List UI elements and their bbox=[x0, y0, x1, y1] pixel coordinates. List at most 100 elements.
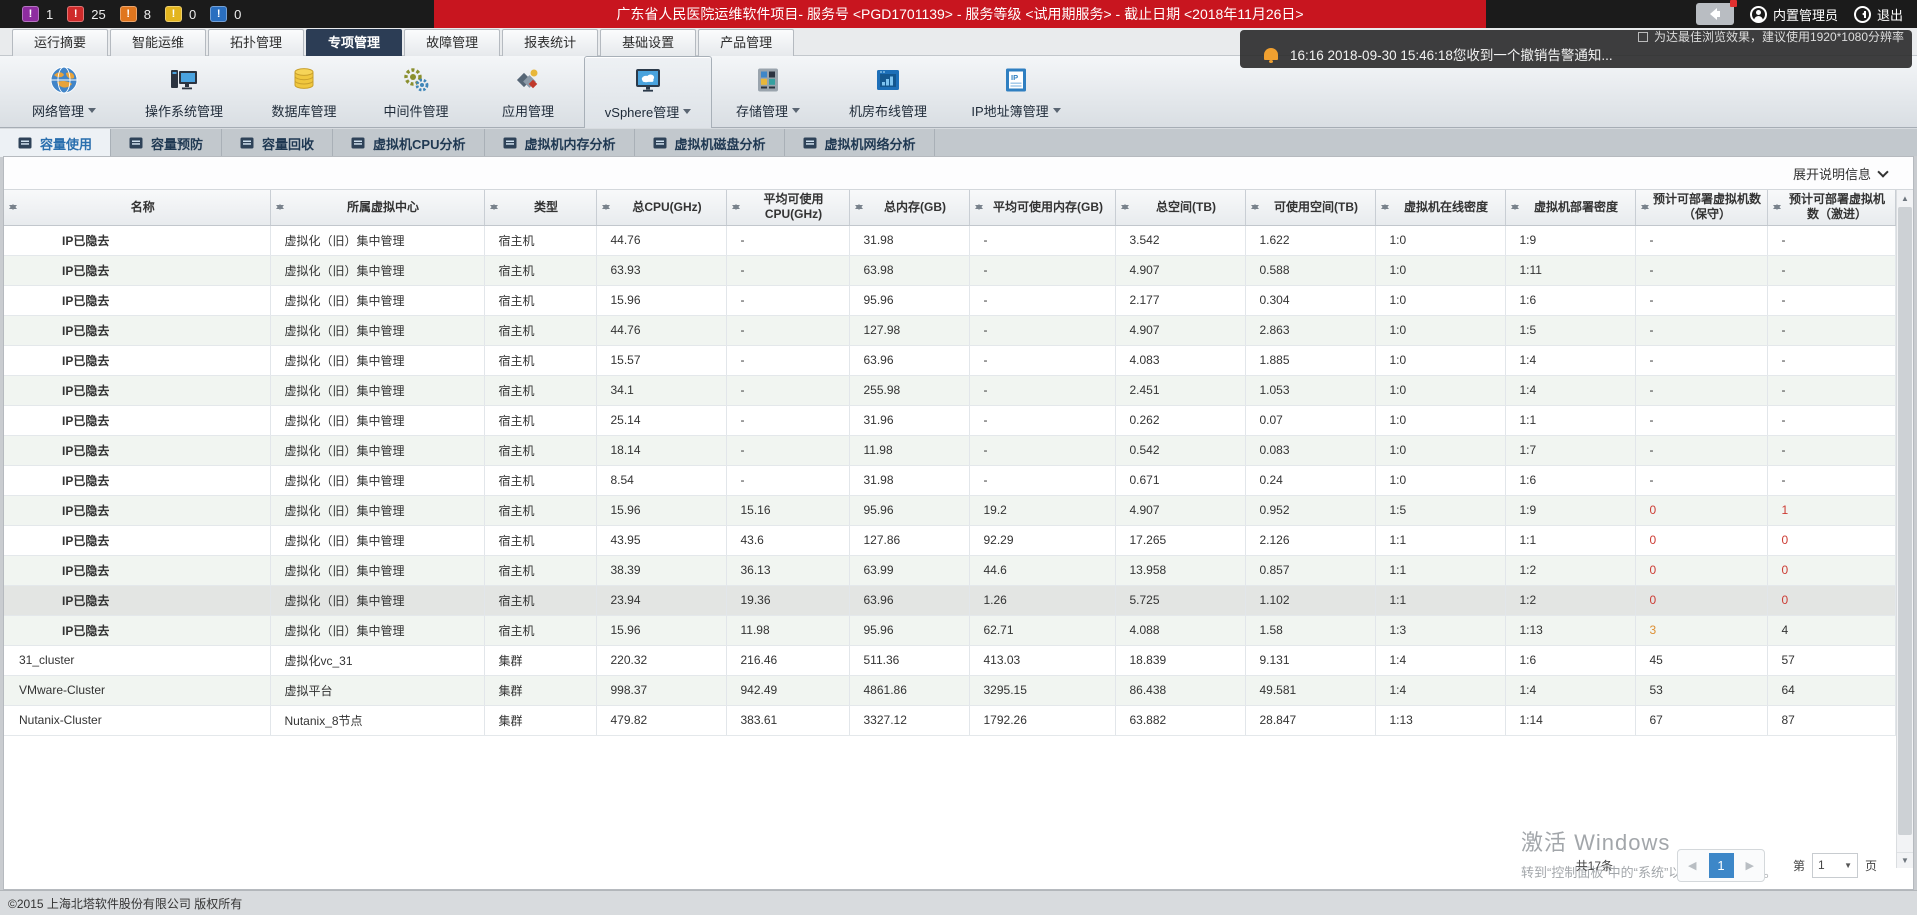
table-row[interactable]: Nutanix-ClusterNutanix_8节点集群479.82383.61… bbox=[4, 705, 1895, 735]
table-row[interactable]: IP已隐去虚拟化（旧）集中管理宿主机34.1-255.98-2.4511.053… bbox=[4, 375, 1895, 405]
subtab-vm-network[interactable]: 虚拟机网络分析 bbox=[785, 129, 935, 157]
ribbon-item-middleware[interactable]: 中间件管理 bbox=[360, 56, 472, 128]
table-cell: - bbox=[969, 465, 1115, 495]
ribbon-item-ipbook[interactable]: IPIP地址簿管理 bbox=[952, 56, 1080, 128]
table-row[interactable]: IP已隐去虚拟化（旧）集中管理宿主机44.76-31.98-3.5421.622… bbox=[4, 225, 1895, 255]
table-cell: 18.839 bbox=[1115, 645, 1245, 675]
next-page-icon[interactable]: ▶ bbox=[1746, 859, 1754, 872]
column-header[interactable]: 平均可使用内存(GB) bbox=[969, 190, 1115, 225]
table-cell: 25.14 bbox=[596, 405, 726, 435]
table-row[interactable]: IP已隐去虚拟化（旧）集中管理宿主机15.9611.9895.9662.714.… bbox=[4, 615, 1895, 645]
table-row[interactable]: IP已隐去虚拟化（旧）集中管理宿主机38.3936.1363.9944.613.… bbox=[4, 555, 1895, 585]
info-alert-icon[interactable]: !0 bbox=[210, 6, 241, 22]
warning-alert-icon[interactable]: !0 bbox=[165, 6, 196, 22]
scrollbar-thumb[interactable] bbox=[1898, 207, 1912, 835]
table-row[interactable]: IP已隐去虚拟化（旧）集中管理宿主机15.96-95.96-2.1770.304… bbox=[4, 285, 1895, 315]
subtab-capacity-recycle[interactable]: 容量回收 bbox=[222, 129, 333, 157]
ipbook-icon: IP bbox=[1000, 64, 1032, 96]
expand-info-toggle[interactable]: 展开说明信息 bbox=[1793, 157, 1887, 190]
sort-icon[interactable] bbox=[1121, 200, 1129, 214]
sort-icon[interactable] bbox=[732, 200, 740, 214]
nav-tab[interactable]: 产品管理 bbox=[698, 29, 794, 56]
subtab-capacity-prevent[interactable]: 容量预防 bbox=[111, 129, 222, 157]
nav-tab[interactable]: 报表统计 bbox=[502, 29, 598, 56]
ribbon-item-cabling[interactable]: 机房布线管理 bbox=[824, 56, 952, 128]
table-cell: 479.82 bbox=[596, 705, 726, 735]
ribbon-item-os[interactable]: 操作系统管理 bbox=[120, 56, 248, 128]
sort-icon[interactable] bbox=[1641, 200, 1649, 214]
nav-tab[interactable]: 基础设置 bbox=[600, 29, 696, 56]
sort-icon[interactable] bbox=[276, 200, 284, 214]
column-header[interactable]: 名称 bbox=[4, 190, 270, 225]
ribbon-item-vsphere[interactable]: vSphere管理 bbox=[584, 56, 712, 128]
table-row[interactable]: IP已隐去虚拟化（旧）集中管理宿主机43.9543.6127.8692.2917… bbox=[4, 525, 1895, 555]
logout-button[interactable]: 退出 bbox=[1854, 5, 1903, 24]
table-row[interactable]: IP已隐去虚拟化（旧）集中管理宿主机15.9615.1695.9619.24.9… bbox=[4, 495, 1895, 525]
table-row[interactable]: 31_cluster虚拟化vc_31集群220.32216.46511.3641… bbox=[4, 645, 1895, 675]
table-cell: 1.622 bbox=[1245, 225, 1375, 255]
prev-page-icon[interactable]: ◀ bbox=[1688, 859, 1696, 872]
column-header[interactable]: 类型 bbox=[484, 190, 596, 225]
current-user[interactable]: 内置管理员 bbox=[1750, 5, 1838, 24]
table-row[interactable]: IP已隐去虚拟化（旧）集中管理宿主机44.76-127.98-4.9072.86… bbox=[4, 315, 1895, 345]
column-header[interactable]: 虚拟机在线密度 bbox=[1375, 190, 1505, 225]
column-header[interactable]: 所属虚拟中心 bbox=[270, 190, 484, 225]
toast-message: 16:16 2018-09-30 15:46:18您收到一个撤销告警通知... bbox=[1290, 44, 1613, 64]
nav-tab[interactable]: 智能运维 bbox=[110, 29, 206, 56]
table-row[interactable]: IP已隐去虚拟化（旧）集中管理宿主机8.54-31.98-0.6710.241:… bbox=[4, 465, 1895, 495]
scroll-down-icon[interactable]: ▼ bbox=[1897, 852, 1913, 868]
table-cell: 宿主机 bbox=[484, 615, 596, 645]
column-header[interactable]: 总CPU(GHz) bbox=[596, 190, 726, 225]
table-cell: 1:9 bbox=[1505, 225, 1635, 255]
sort-icon[interactable] bbox=[1381, 200, 1389, 214]
table-cell: 1:5 bbox=[1505, 315, 1635, 345]
scroll-up-icon[interactable]: ▲ bbox=[1897, 190, 1913, 206]
subtab-vm-disk[interactable]: 虚拟机磁盘分析 bbox=[635, 129, 785, 157]
sort-icon[interactable] bbox=[1773, 200, 1781, 214]
capacity-recycle-icon bbox=[240, 136, 254, 150]
subtab-vm-memory[interactable]: 虚拟机内存分析 bbox=[485, 129, 635, 157]
alert-toast[interactable]: 为达最佳浏览效果，建议使用1920*1080分辨率 16:16 2018-09-… bbox=[1240, 30, 1912, 68]
ribbon-item-network[interactable]: 网络管理 bbox=[8, 56, 120, 128]
column-header-label: 虚拟机在线密度 bbox=[1404, 200, 1488, 214]
table-row[interactable]: VMware-Cluster虚拟平台集群998.37942.494861.863… bbox=[4, 675, 1895, 705]
table-row[interactable]: IP已隐去虚拟化（旧）集中管理宿主机63.93-63.98-4.9070.588… bbox=[4, 255, 1895, 285]
column-header[interactable]: 预计可部署虚拟机数（保守） bbox=[1635, 190, 1767, 225]
table-cell: 43.95 bbox=[596, 525, 726, 555]
sort-icon[interactable] bbox=[602, 200, 610, 214]
current-page-button[interactable]: 1 bbox=[1709, 853, 1734, 878]
table-row[interactable]: IP已隐去虚拟化（旧）集中管理宿主机15.57-63.96-4.0831.885… bbox=[4, 345, 1895, 375]
table-row[interactable]: IP已隐去虚拟化（旧）集中管理宿主机23.9419.3663.961.265.7… bbox=[4, 585, 1895, 615]
ribbon-item-app[interactable]: 应用管理 bbox=[472, 56, 584, 128]
nav-tab[interactable]: 拓扑管理 bbox=[208, 29, 304, 56]
sort-icon[interactable] bbox=[975, 200, 983, 214]
subtab-vm-cpu[interactable]: 虚拟机CPU分析 bbox=[333, 129, 484, 157]
table-row[interactable]: IP已隐去虚拟化（旧）集中管理宿主机18.14-11.98-0.5420.083… bbox=[4, 435, 1895, 465]
ribbon-item-database[interactable]: 数据库管理 bbox=[248, 56, 360, 128]
column-header[interactable]: 平均可使用 CPU(GHz) bbox=[726, 190, 849, 225]
minor-alert-icon[interactable]: !8 bbox=[120, 6, 151, 22]
sound-toggle-button[interactable] bbox=[1696, 3, 1734, 25]
nav-tab[interactable]: 故障管理 bbox=[404, 29, 500, 56]
nav-tab[interactable]: 运行摘要 bbox=[12, 29, 108, 56]
sort-icon[interactable] bbox=[1251, 200, 1259, 214]
nav-tab[interactable]: 专项管理 bbox=[306, 29, 402, 56]
ribbon-item-storage[interactable]: 存储管理 bbox=[712, 56, 824, 128]
column-header[interactable]: 总空间(TB) bbox=[1115, 190, 1245, 225]
checkbox-icon[interactable] bbox=[1638, 32, 1648, 42]
column-header[interactable]: 虚拟机部署密度 bbox=[1505, 190, 1635, 225]
vertical-scrollbar[interactable]: ▲ ▼ bbox=[1896, 190, 1913, 868]
sort-icon[interactable] bbox=[490, 200, 498, 214]
sort-icon[interactable] bbox=[855, 200, 863, 214]
column-header[interactable]: 可使用空间(TB) bbox=[1245, 190, 1375, 225]
critical-alert-icon[interactable]: !1 bbox=[22, 6, 53, 22]
page-select-dropdown[interactable]: 1 ▼ bbox=[1812, 853, 1858, 878]
sort-icon[interactable] bbox=[9, 200, 17, 214]
column-header[interactable]: 预计可部署虚拟机数（激进） bbox=[1767, 190, 1895, 225]
table-row[interactable]: IP已隐去虚拟化（旧）集中管理宿主机25.14-31.96-0.2620.071… bbox=[4, 405, 1895, 435]
column-header-label: 预计可部署虚拟机数（激进） bbox=[1789, 192, 1885, 221]
sort-icon[interactable] bbox=[1511, 200, 1519, 214]
subtab-capacity-usage[interactable]: 容量使用 bbox=[0, 129, 111, 157]
column-header[interactable]: 总内存(GB) bbox=[849, 190, 969, 225]
major-alert-icon[interactable]: !25 bbox=[67, 6, 105, 22]
